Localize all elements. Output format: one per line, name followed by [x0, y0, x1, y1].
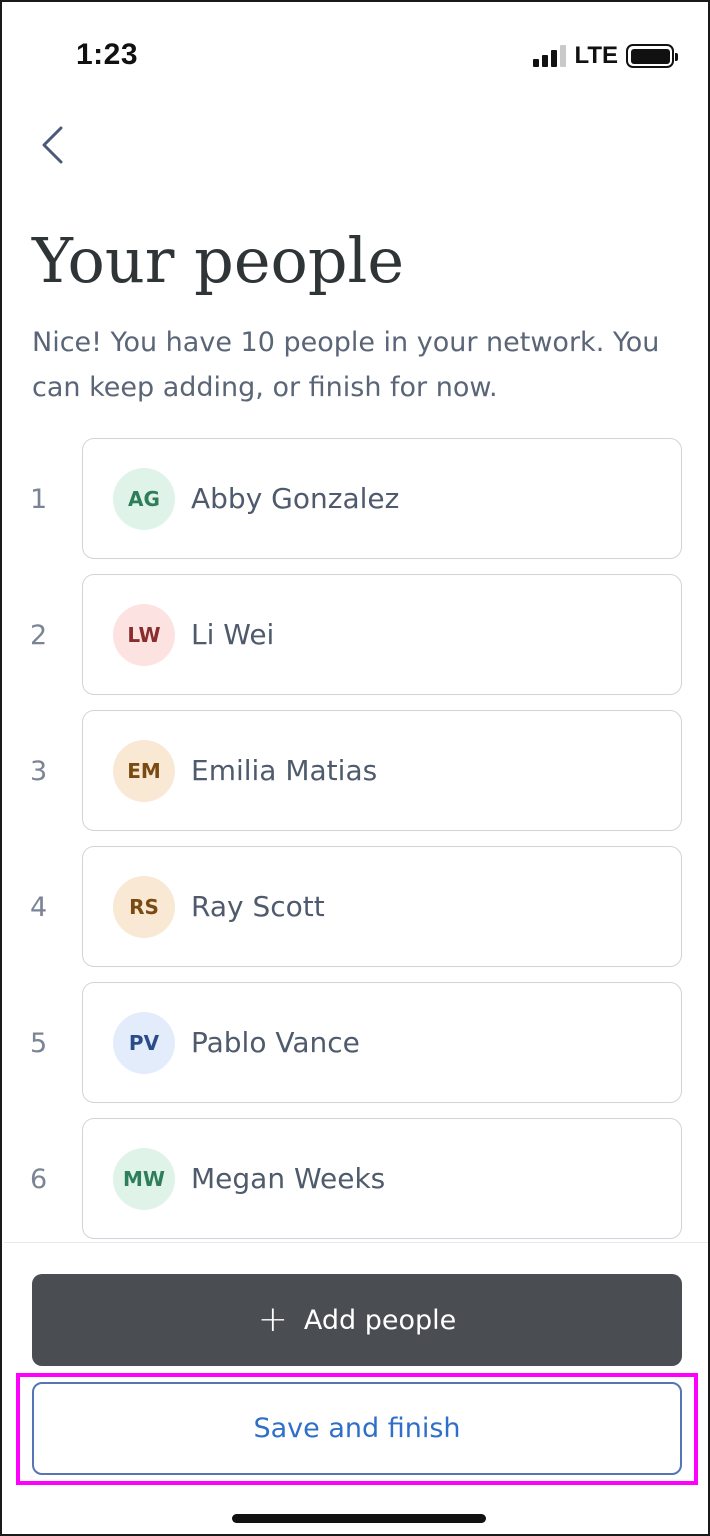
item-number: 2 [30, 619, 48, 651]
person-name: Pablo Vance [191, 1026, 360, 1059]
plus-icon: + [257, 1299, 288, 1340]
list-item: 5 PV Pablo Vance [2, 982, 708, 1104]
back-button[interactable] [32, 122, 72, 168]
add-people-label: Add people [303, 1304, 457, 1336]
list-item: 3 EM Emilia Matias [2, 710, 708, 832]
item-number: 4 [30, 891, 48, 923]
person-card[interactable]: LW Li Wei [82, 574, 682, 695]
status-time: 1:23 [76, 38, 139, 71]
person-card[interactable]: PV Pablo Vance [82, 982, 682, 1103]
person-card[interactable]: EM Emilia Matias [82, 710, 682, 831]
avatar: PV [113, 1011, 175, 1074]
list-item: 4 RS Ray Scott [2, 846, 708, 968]
person-card[interactable]: MW Megan Weeks [82, 1118, 682, 1239]
home-indicator [232, 1514, 486, 1523]
phone-screen: 1:23 LTE Your people Nice! You have 10 p… [0, 0, 710, 1536]
chevron-left-icon [42, 126, 63, 164]
person-name: Abby Gonzalez [191, 482, 400, 515]
signal-icon [533, 45, 567, 67]
item-number: 1 [30, 483, 48, 515]
item-number: 3 [30, 755, 48, 787]
bottom-action-panel: + Add people Save and finish [4, 1242, 708, 1534]
person-name: Ray Scott [191, 890, 325, 923]
status-icons: LTE [533, 42, 678, 70]
add-people-button[interactable]: + Add people [32, 1274, 682, 1366]
avatar: EM [113, 739, 175, 802]
subtitle: Nice! You have 10 people in your network… [32, 327, 660, 403]
list-item: 2 LW Li Wei [2, 574, 708, 696]
save-and-finish-button[interactable]: Save and finish [32, 1382, 682, 1475]
people-list: 1 AG Abby Gonzalez 2 LW Li Wei 3 EM Emilia Matia… [2, 438, 708, 1242]
item-number: 5 [30, 1027, 48, 1059]
avatar: MW [113, 1147, 175, 1210]
person-name: Emilia Matias [191, 754, 378, 787]
person-card[interactable]: RS Ray Scott [82, 846, 682, 967]
battery-icon [626, 44, 678, 68]
network-type: LTE [574, 42, 618, 69]
list-item: 1 AG Abby Gonzalez [2, 438, 708, 560]
avatar: LW [113, 603, 175, 666]
item-number: 6 [30, 1163, 48, 1195]
page-title: Your people [32, 224, 405, 297]
save-and-finish-label: Save and finish [253, 1413, 461, 1444]
person-name: Li Wei [191, 618, 275, 651]
person-card[interactable]: AG Abby Gonzalez [82, 438, 682, 559]
list-item: 6 MW Megan Weeks [2, 1118, 708, 1240]
person-name: Megan Weeks [191, 1162, 386, 1195]
avatar: AG [113, 467, 175, 530]
avatar: RS [113, 875, 175, 938]
